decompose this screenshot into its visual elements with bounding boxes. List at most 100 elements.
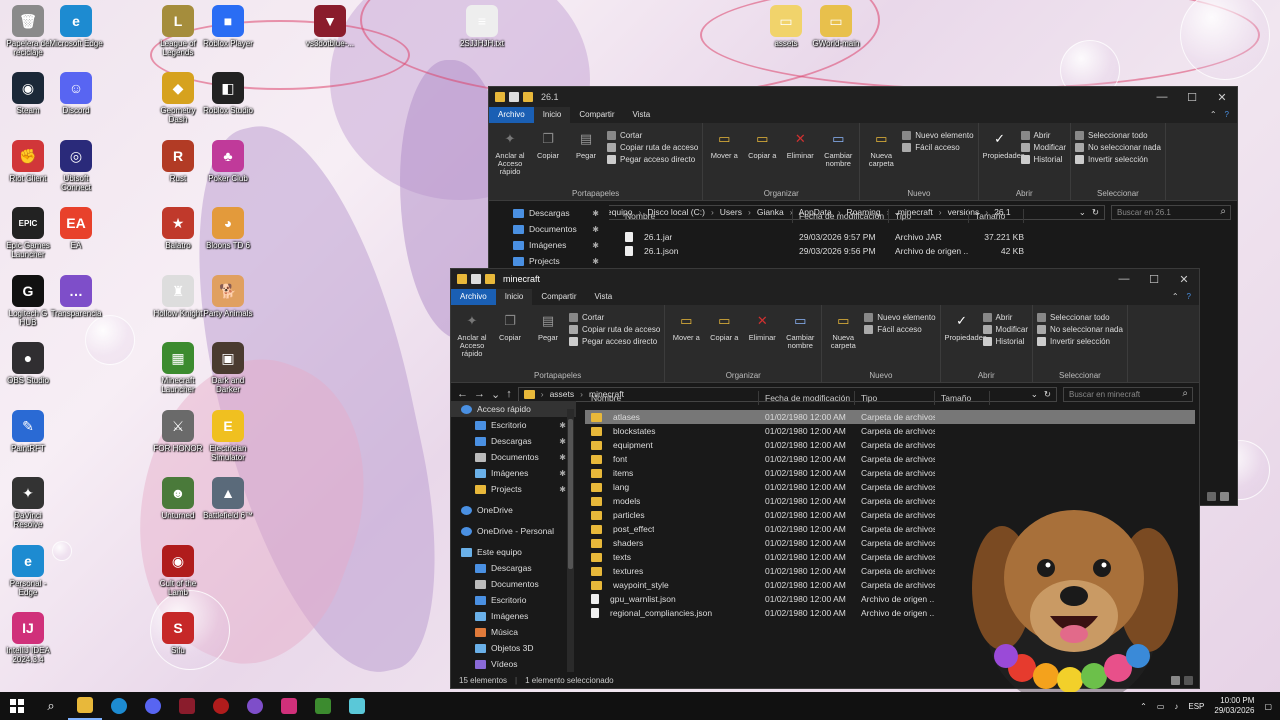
copiar-ruta-de-acceso-button[interactable]: Copiar ruta de acceso [569, 325, 660, 334]
properties-icon[interactable] [509, 92, 519, 102]
cortar-button[interactable]: Cortar [569, 313, 660, 322]
pin-icon[interactable]: ✱ [592, 225, 599, 234]
nav-item[interactable]: Documentos ✱ [489, 221, 609, 237]
title-bar[interactable]: 26.1 — ☐ ✕ [489, 87, 1237, 107]
minimize-button[interactable]: — [1109, 273, 1139, 286]
network-icon[interactable]: ▭ [1157, 702, 1165, 711]
pin-icon[interactable]: ✱ [559, 469, 566, 478]
taskbar-app[interactable] [238, 692, 272, 720]
cambiar-nombre-button[interactable]: ▭ Cambiar nombre [783, 309, 817, 371]
desktop-icon[interactable]: ◕ Bloons TD 6 [200, 207, 256, 250]
desktop-icon[interactable]: ☻ Unturned [150, 477, 206, 520]
pegar-button[interactable]: ▤ Pegar [531, 309, 565, 371]
desktop-icon[interactable]: ▣ Dark and Darker [200, 342, 256, 394]
file-row[interactable]: 26.1.json 29/03/2026 9:56 PM Archivo de or… [619, 244, 1239, 258]
breadcrumb-item[interactable]: assets [550, 389, 575, 399]
desktop-icon[interactable]: ▲ Battlefield 6™ [200, 477, 256, 520]
desktop-icon[interactable]: ★ Balatro [150, 207, 206, 250]
pin-icon[interactable]: ✱ [559, 485, 566, 494]
nav-item[interactable]: Descargas ✱ [451, 433, 576, 449]
tab-compartir[interactable]: Compartir [570, 107, 623, 123]
taskbar-app[interactable] [204, 692, 238, 720]
nav-item[interactable]: Vídeos [451, 656, 576, 672]
notifications-icon[interactable]: ▢ [1264, 702, 1272, 711]
nav-item[interactable]: Escritorio [451, 592, 576, 608]
desktop-icon[interactable]: ✦ DaVinci Resolve [0, 477, 56, 529]
taskbar-app[interactable] [170, 692, 204, 720]
no-seleccionar-nada-button[interactable]: No seleccionar nada [1074, 143, 1161, 152]
pin-icon[interactable]: ✱ [592, 209, 599, 218]
seleccionar-todo-button[interactable]: Seleccionar todo [1036, 313, 1123, 322]
tab-inicio[interactable]: Inicio [495, 289, 533, 305]
desktop-icon[interactable]: ▦ Minecraft Launcher [150, 342, 206, 394]
no-seleccionar-nada-button[interactable]: No seleccionar nada [1036, 325, 1123, 334]
mover-a-button[interactable]: ▭ Mover a [707, 127, 741, 189]
abrir-button[interactable]: Abrir [982, 313, 1028, 322]
taskbar-app[interactable] [340, 692, 374, 720]
mover-a-button[interactable]: ▭ Mover a [669, 309, 703, 371]
search-icon[interactable]: ⌕ [34, 692, 68, 720]
desktop-icon[interactable]: R Rust [150, 140, 206, 183]
desktop-icon[interactable]: e Personal - Edge [0, 545, 56, 597]
title-bar[interactable]: minecraft — ☐ ✕ [451, 269, 1199, 289]
close-button[interactable]: ✕ [1207, 91, 1237, 104]
chevron-up-icon[interactable]: ⌃ [1210, 110, 1217, 120]
file-row[interactable]: blockstates 01/02/1980 12:00 AM Carpeta de… [585, 424, 1195, 438]
nav-item[interactable]: Projects ✱ [489, 253, 609, 269]
file-row[interactable]: 26.1.jar 29/03/2026 9:57 PM Archivo JAR 37.… [619, 230, 1239, 244]
propiedades-button[interactable]: ✓ Propiedades [945, 309, 987, 371]
pegar-acceso-directo-button[interactable]: Pegar acceso directo [607, 155, 698, 164]
nav-item[interactable]: OneDrive [451, 502, 576, 518]
pin-icon[interactable]: ✱ [559, 421, 566, 430]
cortar-button[interactable]: Cortar [607, 131, 698, 140]
pin-icon[interactable]: ✱ [592, 257, 599, 266]
nav-item[interactable]: Documentos [451, 576, 576, 592]
copiar-a-button[interactable]: ▭ Copiar a [707, 309, 741, 371]
nav-item[interactable]: Escritorio ✱ [451, 417, 576, 433]
desktop-icon[interactable]: ◉ Cult of the Lamb [150, 545, 206, 597]
desktop-icon[interactable]: e Microsoft Edge [48, 5, 104, 48]
minimize-button[interactable]: — [1147, 91, 1177, 104]
nav-item[interactable]: Documentos ✱ [451, 449, 576, 465]
back-arrow-icon[interactable]: ← [457, 388, 468, 400]
modificar-button[interactable]: Modificar [982, 325, 1028, 334]
tray-chevron-icon[interactable]: ⌃ [1140, 702, 1147, 711]
pin-icon[interactable]: ✱ [592, 241, 599, 250]
desktop-icon[interactable]: ▼ vs3dotblue-... [302, 5, 358, 48]
new-folder-icon[interactable] [523, 92, 533, 102]
desktop-icon[interactable]: L League of Legends [150, 5, 206, 57]
desktop-icon[interactable]: EA EA [48, 207, 104, 250]
propiedades-button[interactable]: ✓ Propiedades [983, 127, 1025, 189]
large-icons-view-icon[interactable] [1220, 492, 1229, 501]
nav-item[interactable]: Imágenes [451, 608, 576, 624]
maximize-button[interactable]: ☐ [1177, 91, 1207, 104]
tab-vista[interactable]: Vista [586, 289, 622, 305]
anclar-al-acceso-rápido-button[interactable]: ✦ Anclar al Acceso rápido [455, 309, 489, 371]
desktop-icon[interactable]: ☺ Discord [48, 72, 104, 115]
maximize-button[interactable]: ☐ [1139, 273, 1169, 286]
column-date[interactable]: Fecha de modificación [759, 391, 855, 405]
file-row[interactable]: lang 01/02/1980 12:00 AM Carpeta de archiv… [585, 480, 1195, 494]
desktop-icon[interactable]: ✎ PaintRFT [0, 410, 56, 453]
tab-compartir[interactable]: Compartir [532, 289, 585, 305]
cambiar-nombre-button[interactable]: ▭ Cambiar nombre [821, 127, 855, 189]
chevron-up-icon[interactable]: ⌃ [1172, 292, 1179, 302]
desktop-icon[interactable]: ▭ assets [758, 5, 814, 48]
anclar-al-acceso-rápido-button[interactable]: ✦ Anclar al Acceso rápido [493, 127, 527, 189]
copiar-button[interactable]: ❐ Copiar [493, 309, 527, 371]
column-size[interactable]: Tamaño [969, 209, 1024, 223]
desktop-icon[interactable]: ◎ Ubisoft Connect [48, 140, 104, 192]
invertir-selección-button[interactable]: Invertir selección [1036, 337, 1123, 346]
desktop-icon[interactable]: ♜ Hollow Knight [150, 275, 206, 318]
help-icon[interactable]: ? [1187, 292, 1191, 302]
nav-item[interactable]: Acceso rápido [451, 401, 576, 417]
taskbar-file-explorer[interactable] [68, 692, 102, 720]
column-name[interactable]: Nombre [585, 391, 759, 405]
nav-item[interactable]: Este equipo [451, 544, 576, 560]
desktop-icon[interactable]: ■ Roblox Player [200, 5, 256, 48]
copiar-a-button[interactable]: ▭ Copiar a [745, 127, 779, 189]
desktop-icon[interactable]: ▭ GWorld-main [808, 5, 864, 48]
nuevo-elemento-button[interactable]: Nuevo elemento [864, 313, 936, 322]
nav-item[interactable]: OneDrive - Personal [451, 523, 576, 539]
modificar-button[interactable]: Modificar [1020, 143, 1066, 152]
